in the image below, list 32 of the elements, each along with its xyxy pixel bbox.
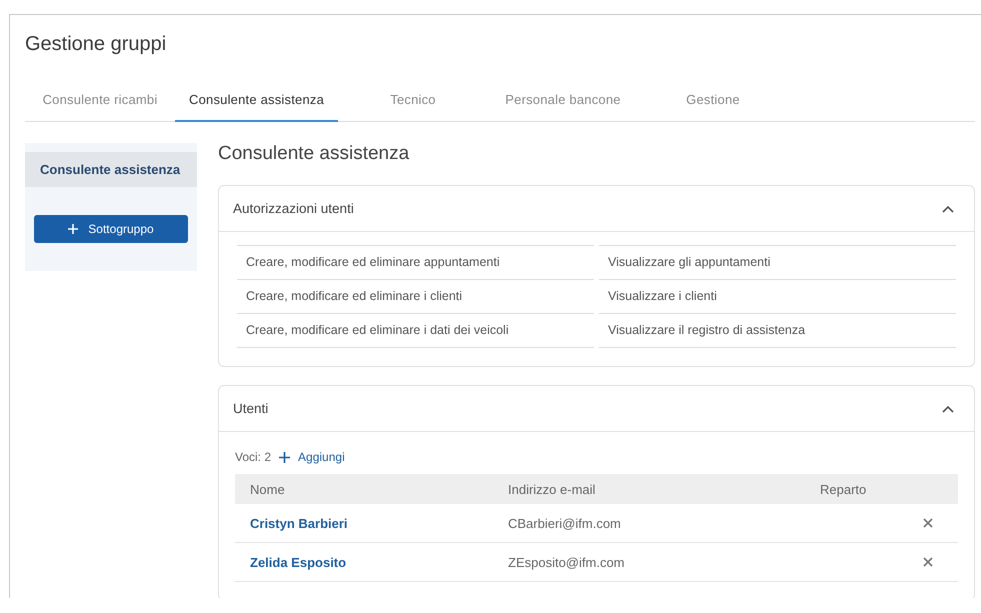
email-cell-text: CBarbieri@ifm.com xyxy=(507,516,622,530)
tab[interactable]: Personale bancone xyxy=(488,92,638,122)
tab[interactable]: Consulente assistenza xyxy=(175,92,338,122)
add-link[interactable]: Aggiungi xyxy=(279,450,345,464)
close-icon[interactable] xyxy=(923,556,933,566)
permission-item: Creare, modificare ed eliminare appuntamenti xyxy=(237,245,594,279)
chevron-up-icon[interactable] xyxy=(942,204,954,212)
sidebar-item[interactable]: Consulente assistenza xyxy=(25,152,197,187)
plus-icon xyxy=(68,224,78,234)
page-title: Gestione gruppi xyxy=(25,32,168,57)
permission-item: Visualizzare il registro di assistenza xyxy=(599,313,956,348)
add-subgroup-button[interactable]: Sottogruppo xyxy=(34,215,188,243)
chevron-up-icon[interactable] xyxy=(942,404,954,412)
permission-item: Visualizzare i clienti xyxy=(599,279,956,313)
column-header: Reparto xyxy=(819,482,868,496)
column-header: Nome xyxy=(249,482,286,496)
user-name-link[interactable]: Cristyn Barbieri xyxy=(235,516,493,530)
tab[interactable]: Consulente ricambi xyxy=(25,92,175,122)
permission-item: Creare, modificare ed eliminare i clienti xyxy=(237,279,594,313)
section-title: Consulente assistenza xyxy=(218,143,410,166)
entry-count: Voci: 2 xyxy=(235,450,272,464)
permission-item: Visualizzare gli appuntamenti xyxy=(599,245,956,279)
close-icon[interactable] xyxy=(923,518,933,528)
user-name-link[interactable]: Zelida Esposito xyxy=(235,554,493,570)
email-cell-text: ZEsposito@ifm.com xyxy=(507,554,626,570)
tab[interactable]: Gestione xyxy=(638,92,788,122)
panel-title: Autorizzazioni utenti xyxy=(233,201,354,216)
permission-item: Creare, modificare ed eliminare i dati dei veicoli xyxy=(237,313,594,348)
panel-title: Utenti xyxy=(233,401,268,416)
plus-icon xyxy=(279,452,290,462)
column-header: Indirizzo e-mail xyxy=(507,482,596,496)
tab[interactable]: Tecnico xyxy=(338,92,488,122)
